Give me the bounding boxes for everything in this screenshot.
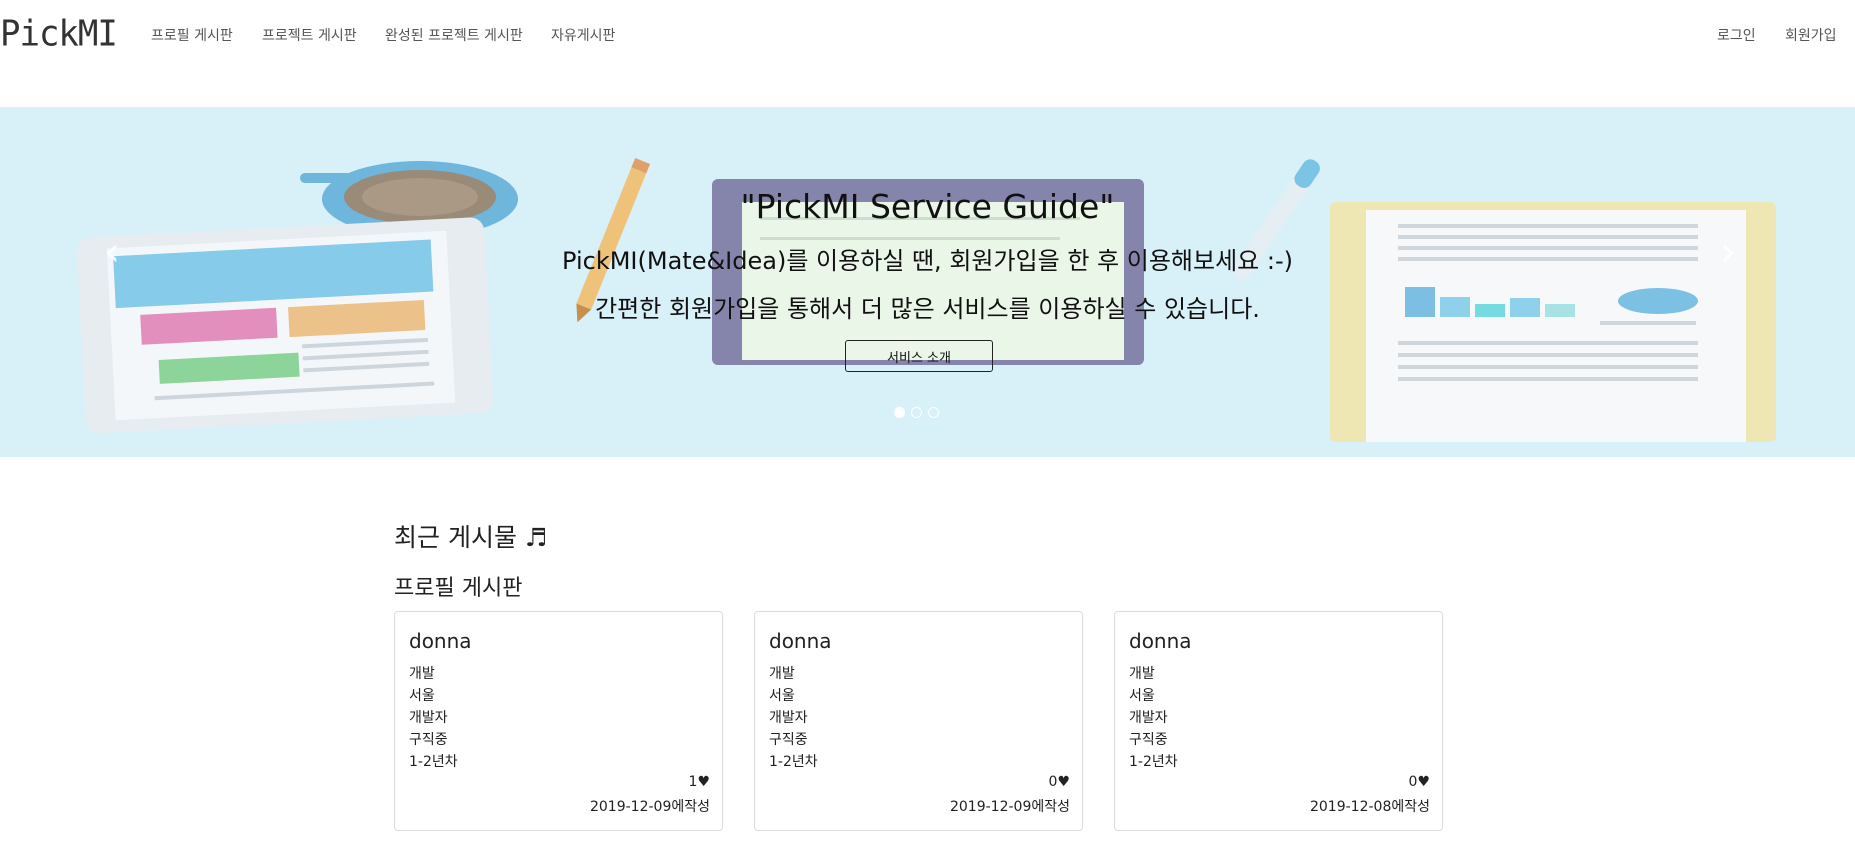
- card-field: 서울: [769, 688, 795, 704]
- card-field: 1-2년차: [409, 754, 458, 770]
- carousel-indicator-1[interactable]: [894, 407, 905, 418]
- card-likes: 0♥: [1048, 774, 1070, 790]
- card-field: 개발: [409, 666, 435, 682]
- card-date: 2019-12-09에작성: [949, 799, 1070, 815]
- card-field: 구직중: [769, 732, 808, 748]
- card-name: donna: [1129, 629, 1192, 653]
- profile-board-title: 프로필 게시판: [394, 576, 523, 601]
- signup-link[interactable]: 회원가입: [1785, 25, 1837, 45]
- chevron-left-icon: ‹: [104, 229, 120, 275]
- card-likes: 1♥: [688, 774, 710, 790]
- card-field: 서울: [409, 688, 435, 704]
- carousel-next-button[interactable]: ›: [1708, 227, 1748, 277]
- carousel-title: "PickMI Service Guide": [740, 187, 1115, 226]
- carousel-indicator-3[interactable]: [928, 407, 939, 418]
- service-intro-button[interactable]: 서비스 소개: [845, 340, 993, 372]
- card-date: 2019-12-08에작성: [1309, 799, 1430, 815]
- card-field: 1-2년차: [769, 754, 818, 770]
- nav-completed-project-board[interactable]: 완성된 프로젝트 게시판: [385, 25, 523, 45]
- nav-profile-board[interactable]: 프로필 게시판: [151, 25, 233, 45]
- navbar: PickMI 프로필 게시판 프로젝트 게시판 완성된 프로젝트 게시판 자유게…: [0, 0, 1855, 70]
- chevron-right-icon: ›: [1720, 229, 1736, 275]
- card-field: 개발: [1129, 666, 1155, 682]
- recent-posts-title: 최근 게시물 ♬: [394, 523, 548, 552]
- card-date: 2019-12-09에작성: [589, 799, 710, 815]
- carousel-prev-button[interactable]: ‹: [92, 227, 132, 277]
- login-link[interactable]: 로그인: [1717, 25, 1756, 45]
- carousel-indicator-2[interactable]: [911, 407, 922, 418]
- card-field: 개발자: [1129, 710, 1168, 726]
- card-field: 서울: [1129, 688, 1155, 704]
- hero-carousel: "PickMI Service Guide" PickMI(Mate&Idea)…: [0, 107, 1855, 457]
- nav-project-board[interactable]: 프로젝트 게시판: [262, 25, 357, 45]
- nav-free-board[interactable]: 자유게시판: [551, 25, 615, 45]
- card-field: 1-2년차: [1129, 754, 1178, 770]
- card-field: 개발: [769, 666, 795, 682]
- profile-card[interactable]: donna 개발 서울 개발자 구직중 1-2년차 0♥ 2019-12-09에…: [754, 611, 1083, 831]
- profile-card[interactable]: donna 개발 서울 개발자 구직중 1-2년차 0♥ 2019-12-08에…: [1114, 611, 1443, 831]
- card-field: 구직중: [409, 732, 448, 748]
- carousel-indicators: [894, 407, 939, 418]
- profile-card[interactable]: donna 개발 서울 개발자 구직중 1-2년차 1♥ 2019-12-09에…: [394, 611, 723, 831]
- card-name: donna: [769, 629, 832, 653]
- card-field: 개발자: [409, 710, 448, 726]
- logo[interactable]: PickMI: [0, 13, 118, 55]
- card-name: donna: [409, 629, 472, 653]
- card-likes: 0♥: [1408, 774, 1430, 790]
- carousel-illustration: [76, 157, 1776, 442]
- carousel-line2: 간편한 회원가입을 통해서 더 많은 서비스를 이용하실 수 있습니다.: [595, 295, 1260, 323]
- card-field: 구직중: [1129, 732, 1168, 748]
- carousel-line1: PickMI(Mate&Idea)를 이용하실 땐, 회원가입을 한 후 이용해…: [562, 247, 1293, 275]
- card-field: 개발자: [769, 710, 808, 726]
